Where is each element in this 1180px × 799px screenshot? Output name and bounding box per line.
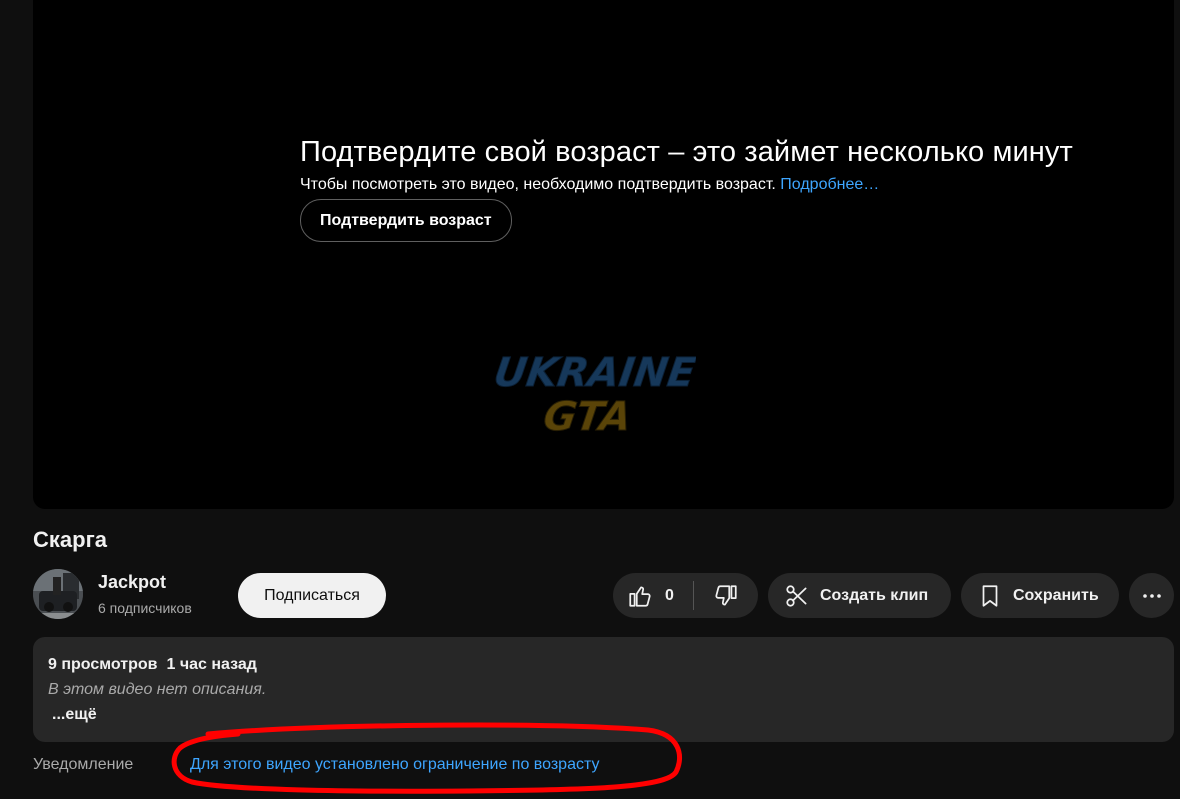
like-button[interactable]: 0 [613,573,693,618]
video-meta: 9 просмотров 1 час назад [48,656,257,674]
more-actions-button[interactable] [1129,573,1174,618]
subscribe-button[interactable]: Подписаться [238,573,386,618]
watermark-line2: GTA [541,394,635,440]
description-box[interactable]: 9 просмотров 1 час назад В этом видео нет… [33,637,1174,742]
watermark-line1: UKRAINE [491,350,696,396]
thumbs-up-icon [629,585,651,607]
save-button[interactable]: Сохранить [961,573,1119,618]
learn-more-link[interactable]: Подробнее… [780,176,879,193]
thumbs-down-icon [715,584,737,606]
like-count: 0 [665,586,674,604]
verify-age-button[interactable]: Подтвердить возраст [300,199,512,242]
channel-name[interactable]: Jackpot [98,572,166,593]
scissors-icon [786,584,807,607]
age-gate-subtitle-text: Чтобы посмотреть это видео, необходимо п… [300,176,776,193]
subscriber-count: 6 подписчиков [98,600,192,616]
view-count: 9 просмотров [48,656,158,673]
show-more-button[interactable]: ...ещё [52,706,97,724]
save-label: Сохранить [1013,586,1099,604]
age-gate-overlay: Подтвердите свой возраст – это займет не… [300,136,1073,242]
more-horizontal-icon [1142,593,1161,598]
video-title: Скарга [33,527,107,552]
video-player[interactable]: Подтвердите свой возраст – это займет не… [33,0,1174,509]
age-gate-subtitle: Чтобы посмотреть это видео, необходимо п… [300,176,1073,194]
create-clip-button[interactable]: Создать клип [768,573,951,618]
create-clip-label: Создать клип [820,586,929,604]
notice-label: Уведомление [33,756,134,773]
empty-description: В этом видео нет описания. [48,681,267,698]
upload-time: 1 час назад [166,656,257,673]
channel-watermark-logo: UKRAINE GTA [490,350,696,441]
age-gate-title: Подтвердите свой возраст – это займет не… [300,136,1073,168]
dislike-button[interactable] [694,573,758,618]
channel-avatar[interactable] [33,569,83,619]
bookmark-icon [982,584,998,607]
like-dislike-group: 0 [613,573,758,618]
avatar-image [33,569,83,619]
age-restriction-notice-link[interactable]: Для этого видео установлено ограничение … [190,756,599,774]
